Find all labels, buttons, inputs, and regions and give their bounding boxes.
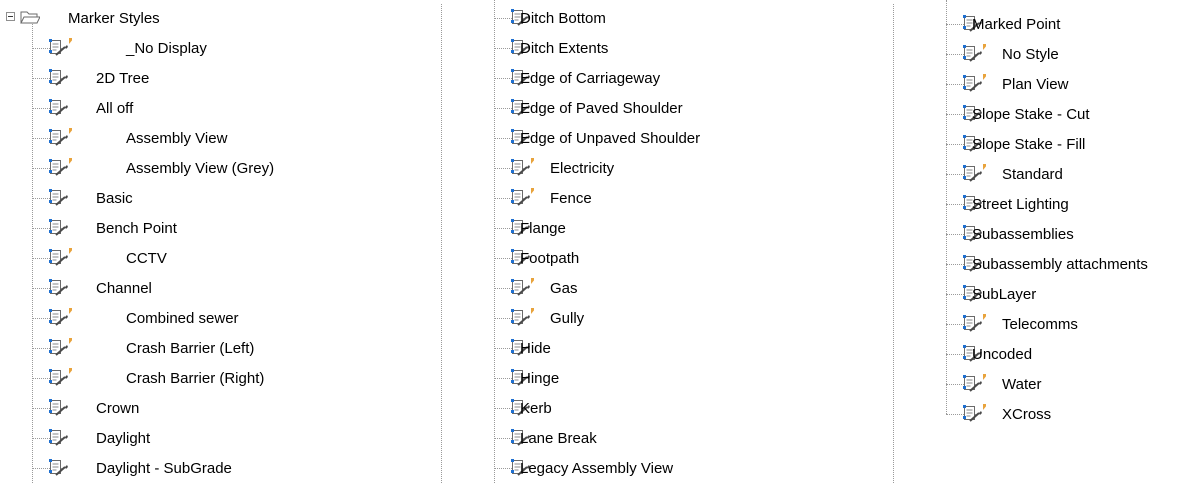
tree-item-label: No Style [1002, 46, 1059, 63]
tree-item[interactable]: Street Lighting [926, 190, 1192, 220]
tree-item-label: Telecomms [1002, 316, 1078, 333]
tree-item[interactable]: Subassemblies [926, 220, 1192, 250]
tree-item[interactable]: Slope Stake - Fill [926, 130, 1192, 160]
style-item-icon [962, 164, 988, 186]
tree-item-label: Water [1002, 376, 1042, 393]
tree-item-label: Standard [1002, 166, 1063, 183]
tree-item-label: Plan View [1002, 76, 1069, 93]
style-item-icon [962, 374, 988, 396]
tree-item-label: Slope Stake - Fill [972, 136, 1086, 153]
tree-item-label: Subassembly attachments [972, 256, 1148, 273]
tree-column-3: Marked Point No Style Plan View Slope Stake… [0, 0, 1192, 483]
tree-item[interactable]: Standard [926, 160, 1192, 190]
tree-item[interactable]: Telecomms [926, 310, 1192, 340]
style-item-icon [962, 404, 988, 426]
tree-item-label: Uncoded [972, 346, 1033, 363]
tree-item[interactable]: Slope Stake - Cut [926, 100, 1192, 130]
tree-item[interactable]: Plan View [926, 70, 1192, 100]
tree-item-label: Slope Stake - Cut [972, 106, 1090, 123]
tree-item[interactable]: Water [926, 370, 1192, 400]
style-item-icon [962, 44, 988, 66]
tree-item-label: Marked Point [972, 16, 1061, 33]
style-item-icon [962, 314, 988, 336]
tree-item[interactable]: SubLayer [926, 280, 1192, 310]
tree-item[interactable]: Uncoded [926, 340, 1192, 370]
tree-item[interactable]: No Style [926, 40, 1192, 70]
tree-vertical-connector [946, 0, 947, 414]
tree-item[interactable]: Marked Point [926, 10, 1192, 40]
tree-item[interactable]: XCross [926, 400, 1192, 430]
tree-item-label: Street Lighting [972, 196, 1069, 213]
tree-item-label: XCross [1002, 406, 1052, 423]
tree-item-label: SubLayer [972, 286, 1037, 303]
style-item-icon [962, 74, 988, 96]
tree-item[interactable]: Subassembly attachments [926, 250, 1192, 280]
tree-item-label: Subassemblies [972, 226, 1074, 243]
